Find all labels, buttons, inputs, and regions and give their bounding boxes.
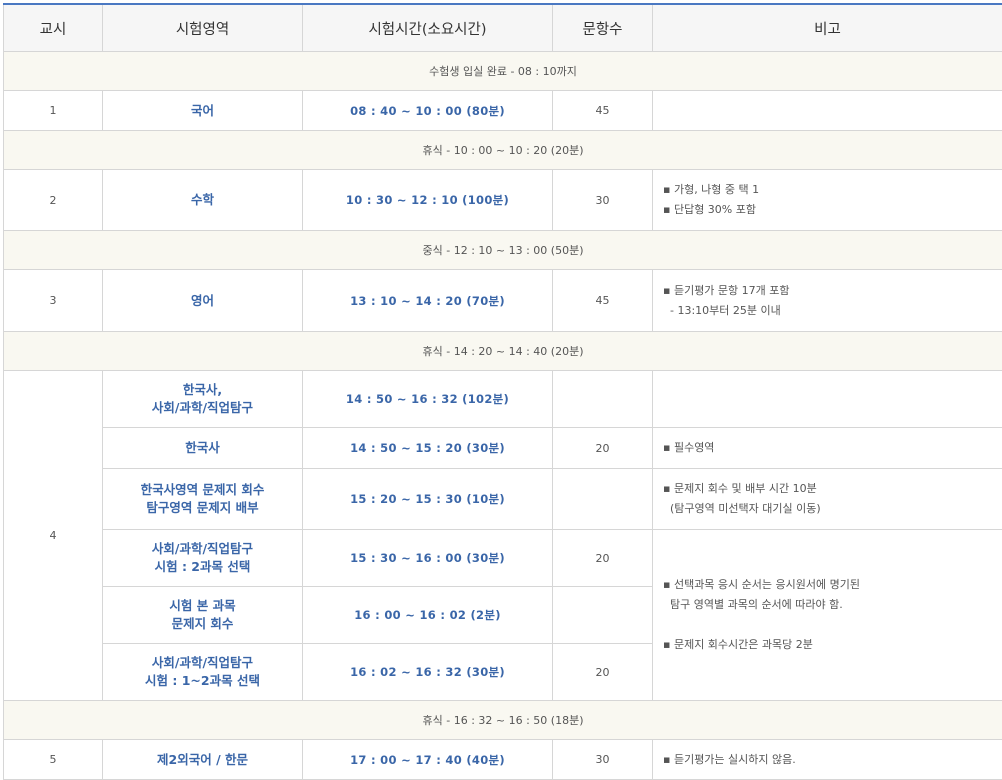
count-cell: 20 (553, 644, 653, 701)
note-line: ▪ 선택과목 응시 순서는 응시원서에 명기된 (663, 575, 1002, 595)
note-cell: ▪ 선택과목 응시 순서는 응시원서에 명기된 탐구 영역별 과목의 순서에 따… (653, 530, 1002, 701)
note-line: (탐구영역 미선택자 대기실 이동) (663, 499, 1002, 519)
note-cell: ▪ 듣기평가는 실시하지 않음. (653, 740, 1002, 780)
count-cell: 20 (553, 530, 653, 587)
subject-cell: 제2외국어 / 한문 (103, 740, 303, 780)
time-cell: 13 : 10 ~ 14 : 20 (70분) (303, 270, 553, 332)
table-row: 4 한국사, 사회/과학/직업탐구 14 : 50 ~ 16 : 32 (102… (4, 371, 1002, 428)
period-cell: 5 (4, 740, 103, 780)
subject-cell: 국어 (103, 91, 303, 131)
subject-cell: 수학 (103, 170, 303, 231)
note-cell: ▪ 가형, 나형 중 택 1 ▪ 단답형 30% 포함 (653, 170, 1002, 231)
period-cell: 2 (4, 170, 103, 231)
table-row: 2 수학 10 : 30 ~ 12 : 10 (100분) 30 ▪ 가형, 나… (4, 170, 1002, 231)
time-cell: 14 : 50 ~ 15 : 20 (30분) (303, 428, 553, 469)
count-cell: 20 (553, 428, 653, 469)
subject-cell: 사회/과학/직업탐구 시험 : 2과목 선택 (103, 530, 303, 587)
count-cell (553, 469, 653, 530)
header-count: 문항수 (553, 4, 653, 52)
table-row: 1 국어 08 : 40 ~ 10 : 00 (80분) 45 (4, 91, 1002, 131)
separator-text: 휴식 - 14 : 20 ~ 14 : 40 (20분) (4, 332, 1002, 371)
period-cell: 4 (4, 371, 103, 701)
note-line: ▪ 문제지 회수 및 배부 시간 10분 (663, 479, 1002, 499)
count-cell: 45 (553, 270, 653, 332)
header-period: 교시 (4, 4, 103, 52)
note-line: ▪ 필수영역 (663, 438, 1002, 458)
count-cell: 45 (553, 91, 653, 131)
separator-row: 수험생 입실 완료 - 08 : 10까지 (4, 52, 1002, 91)
header-time: 시험시간(소요시간) (303, 4, 553, 52)
separator-text: 중식 - 12 : 10 ~ 13 : 00 (50분) (4, 231, 1002, 270)
exam-schedule-table: 교시 시험영역 시험시간(소요시간) 문항수 비고 수험생 입실 완료 - 08… (3, 3, 1002, 780)
time-cell: 15 : 20 ~ 15 : 30 (10분) (303, 469, 553, 530)
table-row: 한국사 14 : 50 ~ 15 : 20 (30분) 20 ▪ 필수영역 (4, 428, 1002, 469)
note-cell (653, 91, 1002, 131)
time-cell: 14 : 50 ~ 16 : 32 (102분) (303, 371, 553, 428)
note-line: ▪ 문제지 회수시간은 과목당 2분 (663, 635, 1002, 655)
note-cell: ▪ 필수영역 (653, 428, 1002, 469)
note-cell: ▪ 듣기평가 문항 17개 포함 - 13:10부터 25분 이내 (653, 270, 1002, 332)
subject-cell: 한국사, 사회/과학/직업탐구 (103, 371, 303, 428)
separator-text: 휴식 - 10 : 00 ~ 10 : 20 (20분) (4, 131, 1002, 170)
separator-row: 휴식 - 10 : 00 ~ 10 : 20 (20분) (4, 131, 1002, 170)
note-line: ▪ 듣기평가 문항 17개 포함 (663, 281, 1002, 301)
count-cell: 30 (553, 740, 653, 780)
table-row: 5 제2외국어 / 한문 17 : 00 ~ 17 : 40 (40분) 30 … (4, 740, 1002, 780)
count-cell (553, 587, 653, 644)
separator-text: 수험생 입실 완료 - 08 : 10까지 (4, 52, 1002, 91)
count-cell (553, 371, 653, 428)
subject-cell: 한국사 (103, 428, 303, 469)
note-line: - 13:10부터 25분 이내 (663, 301, 1002, 321)
note-line: 탐구 영역별 과목의 순서에 따라야 함. (663, 595, 1002, 615)
note-cell: ▪ 문제지 회수 및 배부 시간 10분 (탐구영역 미선택자 대기실 이동) (653, 469, 1002, 530)
subject-cell: 사회/과학/직업탐구 시험 : 1~2과목 선택 (103, 644, 303, 701)
time-cell: 17 : 00 ~ 17 : 40 (40분) (303, 740, 553, 780)
table-row: 3 영어 13 : 10 ~ 14 : 20 (70분) 45 ▪ 듣기평가 문… (4, 270, 1002, 332)
table-row: 한국사영역 문제지 회수 탐구영역 문제지 배부 15 : 20 ~ 15 : … (4, 469, 1002, 530)
time-cell: 10 : 30 ~ 12 : 10 (100분) (303, 170, 553, 231)
subject-cell: 영어 (103, 270, 303, 332)
note-line: ▪ 가형, 나형 중 택 1 (663, 180, 1002, 200)
separator-text: 휴식 - 16 : 32 ~ 16 : 50 (18분) (4, 701, 1002, 740)
count-cell: 30 (553, 170, 653, 231)
note-line: ▪ 단답형 30% 포함 (663, 200, 1002, 220)
period-cell: 1 (4, 91, 103, 131)
note-line: ▪ 듣기평가는 실시하지 않음. (663, 750, 1002, 770)
period-cell: 3 (4, 270, 103, 332)
header-subject: 시험영역 (103, 4, 303, 52)
time-cell: 08 : 40 ~ 10 : 00 (80분) (303, 91, 553, 131)
subject-cell: 한국사영역 문제지 회수 탐구영역 문제지 배부 (103, 469, 303, 530)
separator-row: 중식 - 12 : 10 ~ 13 : 00 (50분) (4, 231, 1002, 270)
time-cell: 15 : 30 ~ 16 : 00 (30분) (303, 530, 553, 587)
separator-row: 휴식 - 16 : 32 ~ 16 : 50 (18분) (4, 701, 1002, 740)
subject-cell: 시험 본 과목 문제지 회수 (103, 587, 303, 644)
header-row: 교시 시험영역 시험시간(소요시간) 문항수 비고 (4, 4, 1002, 52)
header-note: 비고 (653, 4, 1002, 52)
time-cell: 16 : 02 ~ 16 : 32 (30분) (303, 644, 553, 701)
note-cell (653, 371, 1002, 428)
table-row: 사회/과학/직업탐구 시험 : 2과목 선택 15 : 30 ~ 16 : 00… (4, 530, 1002, 587)
time-cell: 16 : 00 ~ 16 : 02 (2분) (303, 587, 553, 644)
separator-row: 휴식 - 14 : 20 ~ 14 : 40 (20분) (4, 332, 1002, 371)
